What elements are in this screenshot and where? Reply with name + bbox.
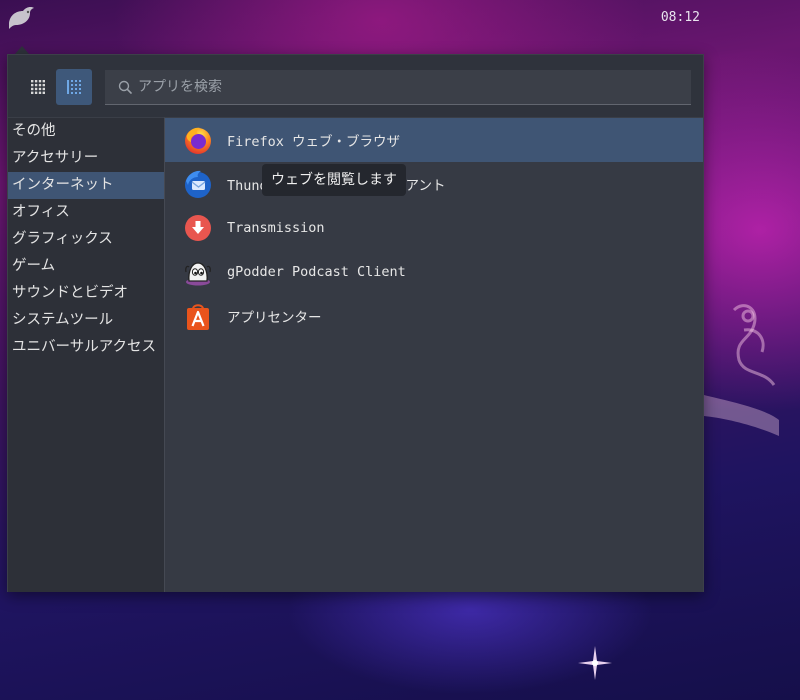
top-panel: 08:12 xyxy=(0,0,800,38)
search-input[interactable] xyxy=(138,79,678,95)
app-list: Firefox ウェブ・ブラウザ Thunderbird メールクライアント T… xyxy=(165,117,703,592)
clock[interactable]: 08:12 xyxy=(661,10,700,25)
category-list: その他 アクセサリー インターネット オフィス グラフィックス ゲーム サウンド… xyxy=(8,117,165,592)
search-icon xyxy=(118,80,132,94)
category-internet[interactable]: インターネット xyxy=(8,172,164,199)
category-office[interactable]: オフィス xyxy=(8,199,164,226)
transmission-icon xyxy=(185,215,211,241)
category-universal-access[interactable]: ユニバーサルアクセス xyxy=(8,334,164,361)
search-box[interactable] xyxy=(105,70,691,105)
category-system-tools[interactable]: システムツール xyxy=(8,307,164,334)
app-label: Transmission xyxy=(227,220,325,236)
app-item-transmission[interactable]: Transmission xyxy=(165,206,703,250)
tooltip: ウェブを閲覧します xyxy=(262,164,406,196)
firefox-icon xyxy=(185,127,211,154)
wallpaper-sparkle-decoration xyxy=(578,646,612,680)
app-label: アプリセンター xyxy=(227,310,322,326)
distro-logo-icon[interactable] xyxy=(6,3,36,31)
grid-view-icon xyxy=(31,80,45,94)
category-accessories[interactable]: アクセサリー xyxy=(8,145,164,172)
list-view-icon xyxy=(67,80,81,94)
gpodder-icon xyxy=(185,262,211,286)
category-sound-video[interactable]: サウンドとビデオ xyxy=(8,280,164,307)
app-item-gpodder[interactable]: gPodder Podcast Client xyxy=(165,250,703,294)
grid-view-button[interactable] xyxy=(20,69,56,105)
category-graphics[interactable]: グラフィックス xyxy=(8,226,164,253)
thunderbird-icon xyxy=(185,170,211,198)
category-games[interactable]: ゲーム xyxy=(8,253,164,280)
app-item-firefox[interactable]: Firefox ウェブ・ブラウザ xyxy=(165,118,703,162)
application-menu: その他 アクセサリー インターネット オフィス グラフィックス ゲーム サウンド… xyxy=(7,54,704,592)
category-other[interactable]: その他 xyxy=(8,118,164,145)
app-label: gPodder Podcast Client xyxy=(227,264,406,280)
app-item-app-center[interactable]: アプリセンター xyxy=(165,294,703,338)
wallpaper-crown-decoration xyxy=(704,304,779,436)
app-label: Firefox ウェブ・ブラウザ xyxy=(227,134,401,150)
app-item-thunderbird[interactable]: Thunderbird メールクライアント xyxy=(165,162,703,206)
app-center-icon xyxy=(187,304,209,330)
menu-pointer xyxy=(15,46,29,54)
list-view-button[interactable] xyxy=(56,69,92,105)
